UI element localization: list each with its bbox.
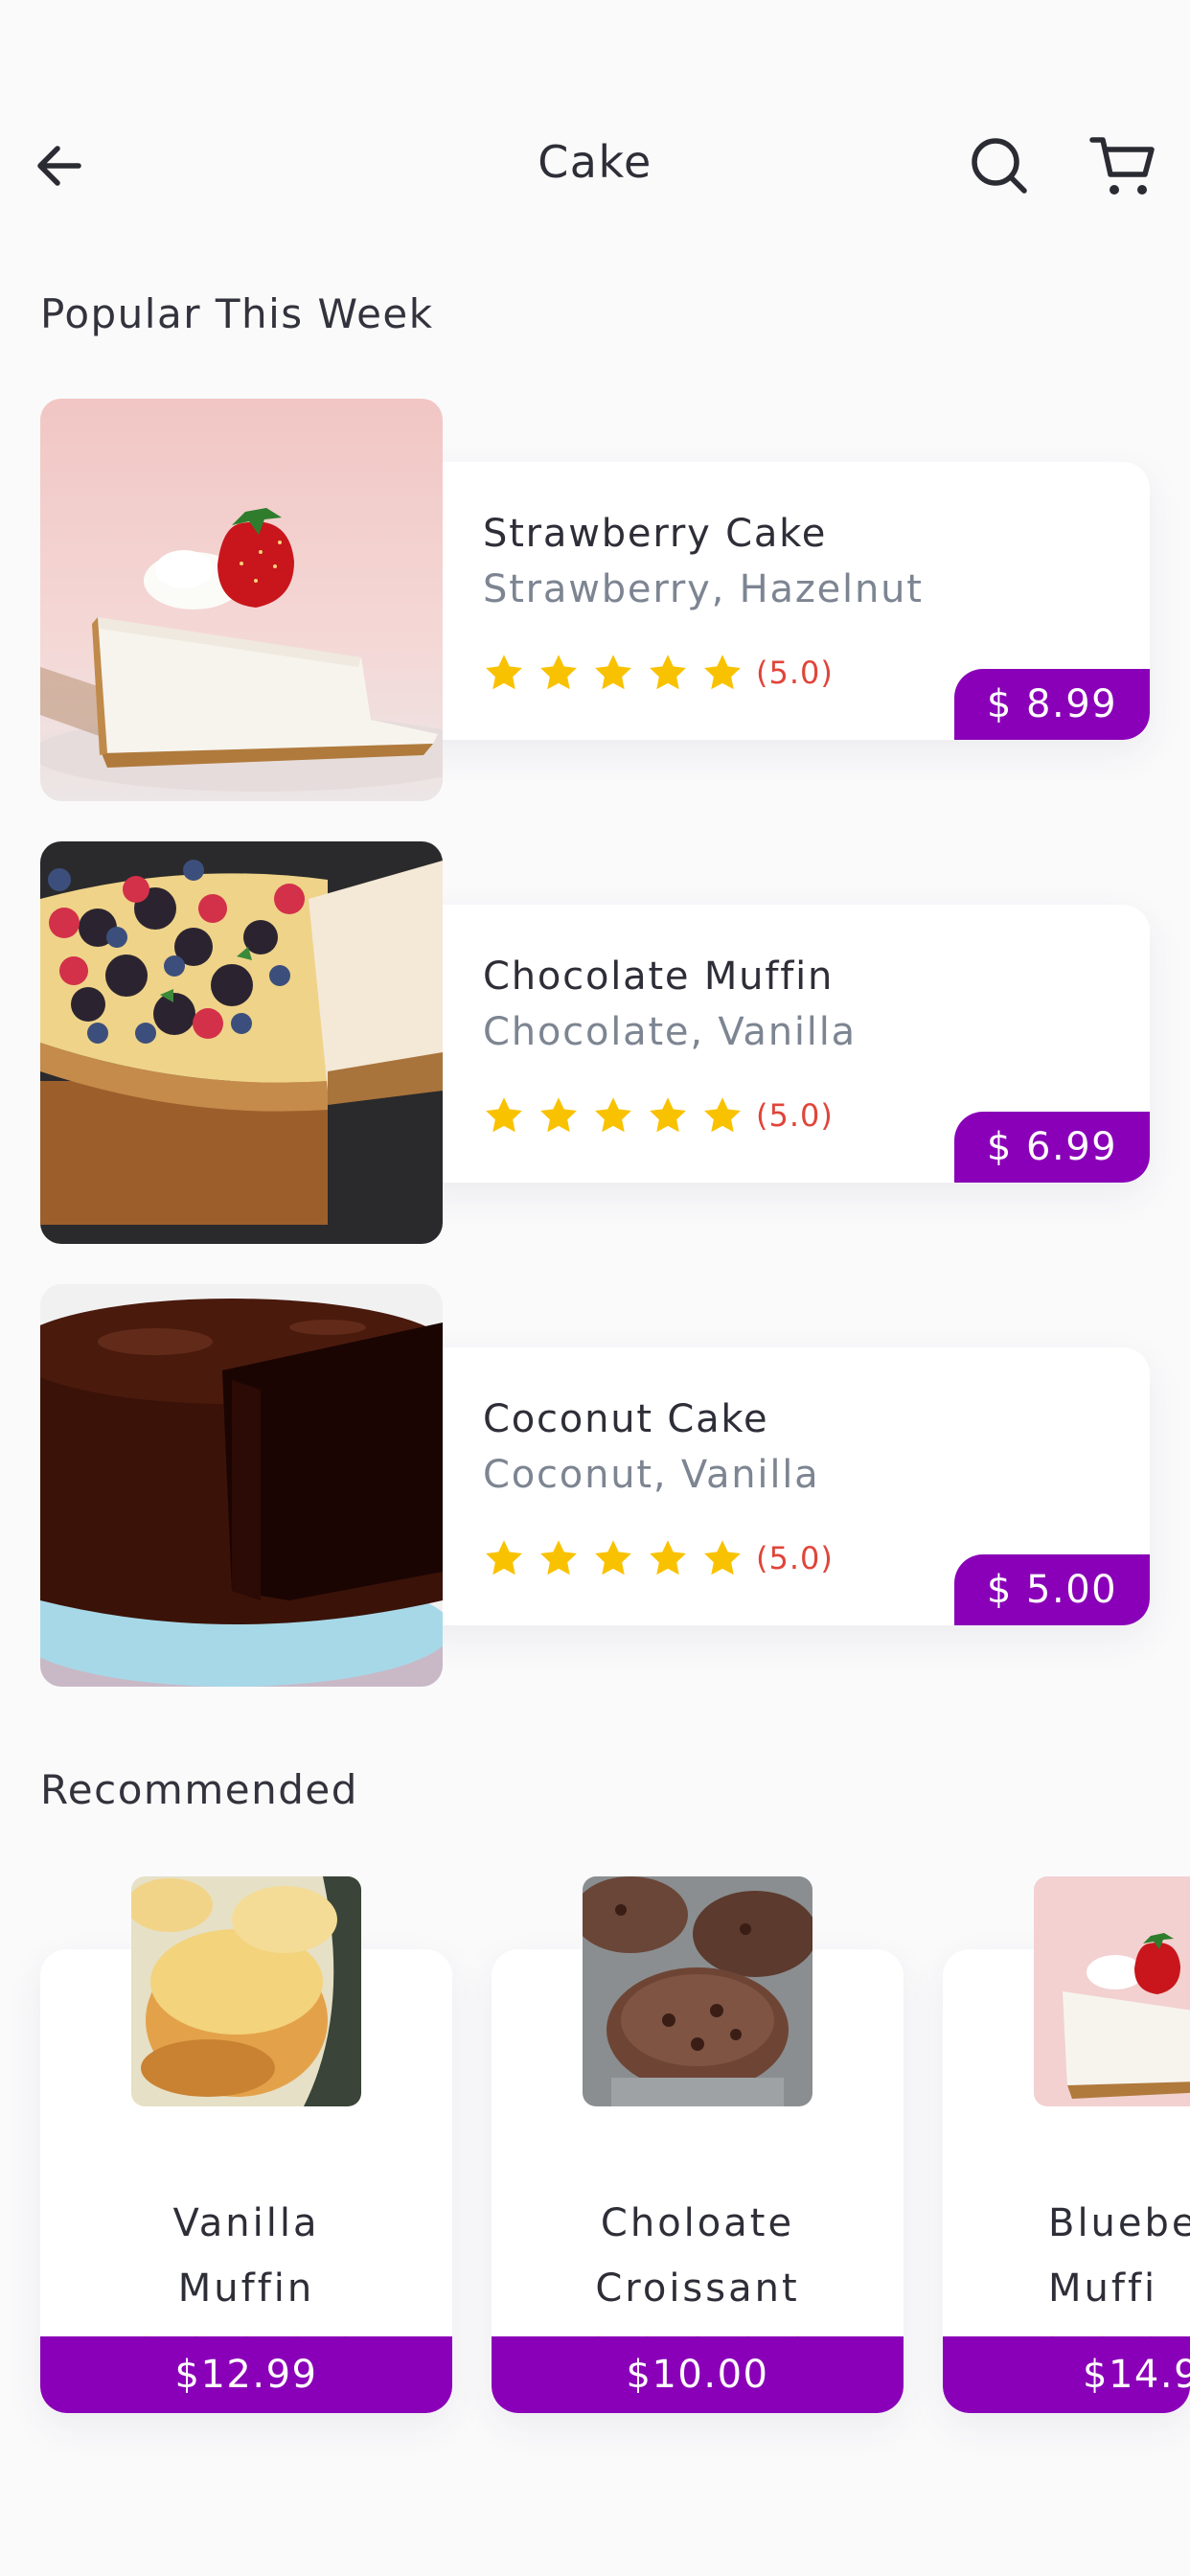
recommended-section-title: Recommended: [40, 1766, 358, 1813]
product-flavors: Chocolate, Vanilla: [483, 1010, 857, 1054]
strawberry-cake-image: [40, 399, 443, 801]
star-icon: [701, 1094, 744, 1137]
star-icon: [483, 1094, 525, 1137]
rating-stars: (5.0): [483, 1537, 834, 1579]
star-icon: [647, 1094, 689, 1137]
rating-stars: (5.0): [483, 1094, 834, 1137]
star-icon: [483, 652, 525, 694]
cart-button[interactable]: [1088, 132, 1157, 201]
price-tag: $ 6.99: [954, 1112, 1150, 1183]
recommended-item-card[interactable]: Bluebe Muffi $14.9: [943, 1876, 1190, 2413]
search-icon: [972, 138, 1027, 194]
popular-item-card[interactable]: $ 6.99 Chocolate Muffin Chocolate, Vanil…: [40, 841, 1150, 1244]
product-name: Strawberry Cake: [483, 512, 828, 556]
star-icon: [592, 652, 634, 694]
price-button[interactable]: $14.9: [943, 2336, 1190, 2413]
star-icon: [701, 1537, 744, 1579]
berry-cheesecake-image: [40, 841, 443, 1244]
star-icon: [483, 1537, 525, 1579]
product-name: Bluebe Muffi: [1048, 2201, 1190, 2311]
popular-item-card[interactable]: $ 5.00 Coconut Cake Coconut, Vanilla (5.…: [40, 1284, 1150, 1687]
product-name: Vanilla Muffin: [172, 2201, 320, 2311]
product-name: Choloate Croissant: [595, 2201, 800, 2311]
product-flavors: Coconut, Vanilla: [483, 1453, 820, 1497]
star-icon: [592, 1537, 634, 1579]
top-bar: Cake: [0, 125, 1190, 207]
product-flavors: Strawberry, Hazelnut: [483, 567, 924, 611]
star-icon: [592, 1094, 634, 1137]
product-name: Chocolate Muffin: [483, 954, 835, 999]
chocolate-muffin-image: [583, 1876, 812, 2106]
cart-icon: [1089, 137, 1155, 195]
rating-value: (5.0): [756, 655, 834, 691]
rating-value: (5.0): [756, 1097, 834, 1134]
price-tag: $ 5.00: [954, 1554, 1150, 1625]
rating-value: (5.0): [756, 1540, 834, 1576]
recommended-item-card[interactable]: Choloate Croissant $10.00: [492, 1876, 904, 2413]
rating-stars: (5.0): [483, 652, 834, 694]
popular-section-title: Popular This Week: [40, 290, 434, 337]
strawberry-cake-thumbnail: [1034, 1876, 1190, 2106]
vanilla-muffin-image: [131, 1876, 361, 2106]
product-list-screen: Cake Popular This Week $ 8.99 Strawberry…: [0, 0, 1190, 2576]
price-button[interactable]: $10.00: [492, 2336, 904, 2413]
star-icon: [701, 652, 744, 694]
star-icon: [538, 1094, 580, 1137]
product-name: Coconut Cake: [483, 1397, 769, 1441]
star-icon: [538, 652, 580, 694]
recommended-item-card[interactable]: Vanilla Muffin $12.99: [40, 1876, 452, 2413]
search-button[interactable]: [968, 134, 1031, 197]
star-icon: [647, 652, 689, 694]
star-icon: [647, 1537, 689, 1579]
chocolate-cake-image: [40, 1284, 443, 1687]
price-button[interactable]: $12.99: [40, 2336, 452, 2413]
price-tag: $ 8.99: [954, 669, 1150, 740]
star-icon: [538, 1537, 580, 1579]
popular-item-card[interactable]: $ 8.99 Strawberry Cake Strawberry, Hazel…: [40, 399, 1150, 801]
